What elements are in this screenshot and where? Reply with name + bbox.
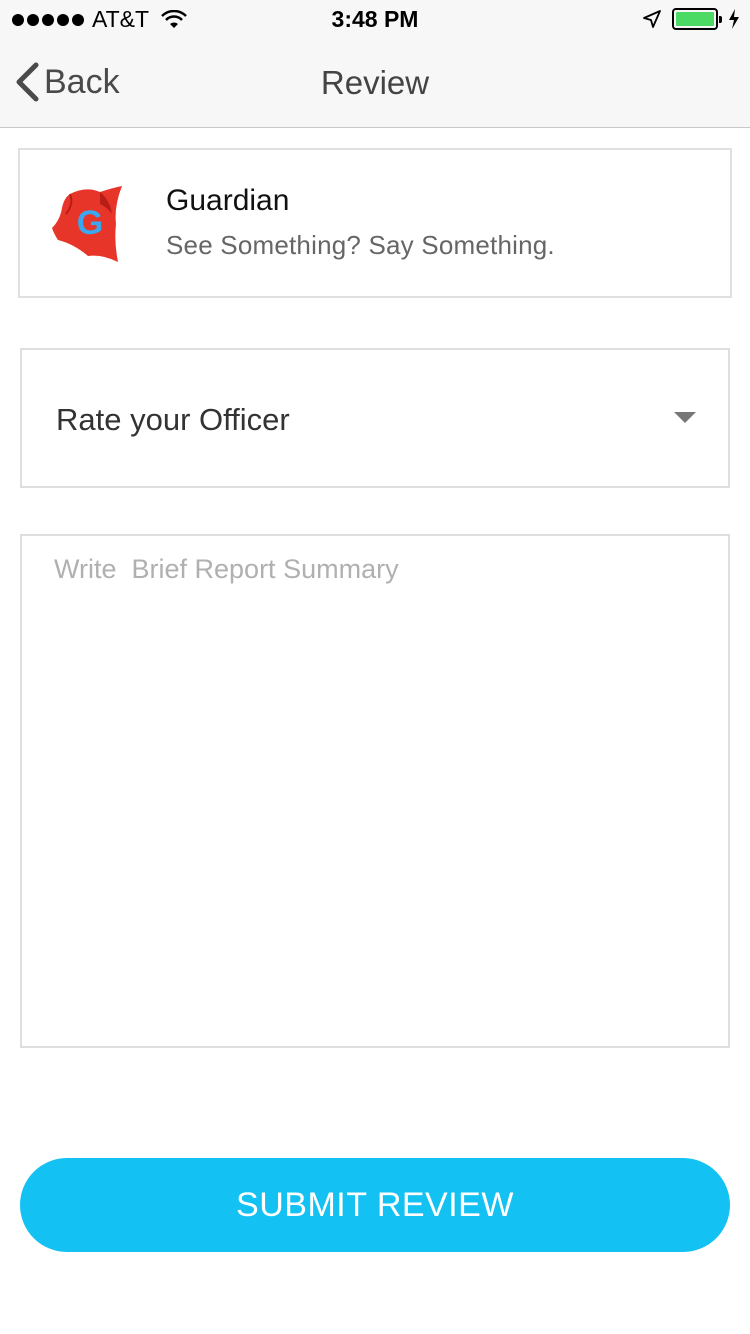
- page-title: Review: [320, 64, 430, 101]
- battery-level: [676, 12, 714, 26]
- logo-letter: G: [77, 204, 103, 242]
- location-arrow-icon: [643, 10, 661, 28]
- status-time: 3:48 PM: [331, 6, 419, 32]
- status-right: [642, 8, 740, 30]
- rate-officer-dropdown[interactable]: Rate your Officer: [20, 348, 730, 488]
- charging-bolt-icon: [729, 9, 739, 29]
- app-tagline: See Something? Say Something.: [166, 230, 555, 260]
- battery-icon: [672, 8, 722, 30]
- guardian-logo-icon: G: [52, 186, 122, 262]
- rate-officer-label: Rate your Officer: [56, 402, 290, 437]
- app-name: Guardian: [166, 184, 290, 217]
- navigation-bar: Back Review: [0, 40, 750, 128]
- report-summary-input[interactable]: [20, 534, 730, 1048]
- submit-review-button[interactable]: SUBMIT REVIEW: [20, 1158, 730, 1252]
- status-bar: AT&T 3:48 PM: [0, 0, 750, 40]
- dropdown-caret-icon: [674, 412, 696, 423]
- app-info-card: G Guardian See Something? Say Something.: [18, 148, 732, 298]
